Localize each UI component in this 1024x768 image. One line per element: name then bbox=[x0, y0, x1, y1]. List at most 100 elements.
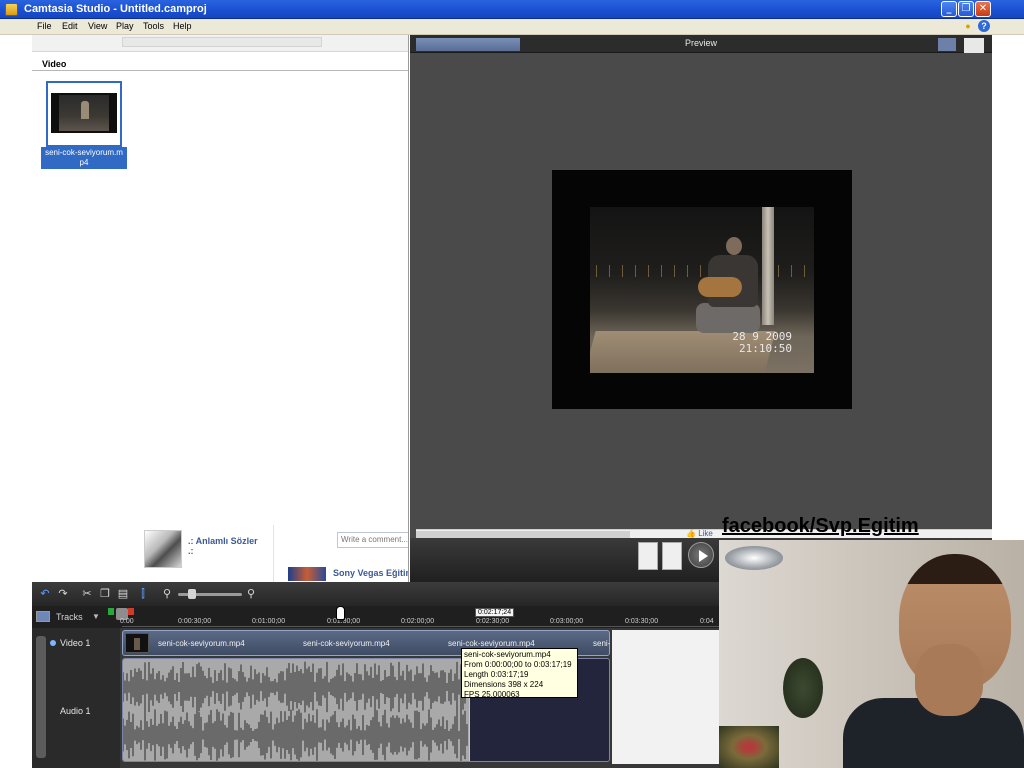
help-icon[interactable]: ? bbox=[978, 20, 990, 32]
window-title: Camtasia Studio - Untitled.camproj bbox=[24, 3, 207, 15]
like-text: Like bbox=[698, 529, 713, 538]
menu-bar: File Edit View Play Tools Help ● ? bbox=[0, 19, 1024, 35]
video-clip-label: seni-cok-seviyorum.mp4 bbox=[448, 639, 535, 648]
right-edge-strip bbox=[992, 35, 1024, 540]
clip-thumbnail[interactable] bbox=[46, 81, 122, 147]
menu-tools[interactable]: Tools bbox=[143, 21, 164, 31]
control-button-b[interactable] bbox=[662, 542, 682, 570]
close-button[interactable]: ✕ bbox=[975, 1, 991, 17]
track-grip[interactable] bbox=[36, 636, 46, 758]
minimize-button[interactable]: _ bbox=[941, 1, 957, 17]
cut-icon[interactable]: ✂ bbox=[80, 587, 94, 601]
plant bbox=[783, 658, 823, 718]
url-field bbox=[122, 37, 322, 47]
ceiling-lamp bbox=[725, 546, 783, 570]
person-legs bbox=[696, 303, 760, 333]
video-timestamp-time: 21:10:50 bbox=[739, 342, 792, 355]
paste-icon[interactable]: ▤ bbox=[116, 587, 130, 601]
mouse-cursor-hand-icon bbox=[336, 606, 345, 620]
preview-panel: Preview 28 9 2009 21:10:50 👍 Like bbox=[410, 35, 992, 582]
zoom-slider-thumb[interactable] bbox=[188, 589, 196, 599]
page-name-link[interactable]: Sony Vegas Eğitim bbox=[333, 568, 408, 578]
video-clip-label: seni-cok-seviyorum.mp4 bbox=[303, 639, 390, 648]
ruler-baseline bbox=[122, 626, 720, 627]
track-area: Video 1 Audio 1 seni-cok-seviyorum.mp4 s… bbox=[32, 628, 720, 768]
browser-url-bar bbox=[32, 35, 408, 52]
video-timestamp: 28 9 2009 21:10:50 bbox=[722, 331, 792, 355]
video-clip-label: seni- bbox=[593, 639, 611, 648]
menu-view[interactable]: View bbox=[88, 21, 107, 31]
thumbnail-figure bbox=[81, 101, 89, 119]
person-hand bbox=[915, 644, 983, 716]
section-divider bbox=[32, 70, 408, 71]
restore-button[interactable]: ❐ bbox=[958, 1, 974, 17]
timeline-ruler[interactable]: Tracks ▼ 0:00 0:00:30;00 0:01:00;00 0:01… bbox=[32, 606, 720, 628]
timeline-panel: ↶ ↷ ✂ ❐ ▤ ⫿ ⚲ ⚲ Tracks ▼ 0:00 0:00:30;00… bbox=[32, 582, 720, 768]
tooltip-line: From 0:00:00;00 to 0:03:17;19 bbox=[464, 660, 572, 669]
end-marker[interactable] bbox=[128, 608, 134, 615]
camtasia-app-icon bbox=[5, 3, 18, 16]
empty-track-region bbox=[612, 630, 720, 764]
ruler-tick-label: 0:04 bbox=[700, 618, 714, 625]
tree-trunk bbox=[762, 207, 774, 325]
tooltip-line: seni-cok-seviyorum.mp4 bbox=[464, 650, 551, 659]
thumbs-up-icon: 👍 bbox=[686, 529, 699, 538]
flowers bbox=[719, 726, 779, 768]
poster-name[interactable]: .: Anlamlı Sözler bbox=[188, 536, 258, 546]
preview-title: Preview bbox=[684, 38, 717, 48]
ruler-tick-label: 0:00 bbox=[120, 618, 134, 625]
tracks-dropdown-icon[interactable]: ▼ bbox=[92, 612, 100, 621]
person-head bbox=[726, 237, 742, 255]
preview-size-button[interactable] bbox=[938, 38, 956, 51]
timeline-toolbar: ↶ ↷ ✂ ❐ ▤ ⫿ ⚲ ⚲ bbox=[32, 582, 720, 606]
track-video-1-label[interactable]: Video 1 bbox=[60, 638, 90, 648]
video-clip-thumbnail bbox=[125, 633, 149, 653]
split-icon[interactable]: ⫿ bbox=[136, 587, 150, 601]
tracks-label[interactable]: Tracks bbox=[56, 612, 83, 622]
lightbulb-icon[interactable]: ● bbox=[962, 20, 974, 32]
window-titlebar[interactable]: Camtasia Studio - Untitled.camproj _ ❐ ✕ bbox=[0, 0, 1024, 19]
video-track-icon bbox=[50, 640, 56, 646]
tooltip-line: Dimensions 398 x 224 bbox=[464, 680, 544, 689]
page-avatar[interactable] bbox=[288, 567, 326, 581]
poster-avatar[interactable] bbox=[144, 530, 182, 568]
menu-help[interactable]: Help bbox=[173, 21, 192, 31]
menu-file[interactable]: File bbox=[37, 21, 52, 31]
playhead-time: 0:02:17;24 bbox=[475, 608, 515, 617]
desktop-screen: Camtasia Studio - Untitled.camproj _ ❐ ✕… bbox=[0, 0, 1024, 768]
zoom-out-icon[interactable]: ⚲ bbox=[160, 587, 174, 601]
zoom-in-icon[interactable]: ⚲ bbox=[244, 587, 258, 601]
redo-icon[interactable]: ↷ bbox=[56, 587, 70, 601]
tooltip-line: Length 0:03:17;19 bbox=[464, 670, 529, 679]
menu-play[interactable]: Play bbox=[116, 21, 134, 31]
city-lights bbox=[590, 265, 814, 277]
clip-info-tooltip: seni-cok-seviyorum.mp4 From 0:00:00;00 t… bbox=[461, 648, 578, 699]
preview-tab-bar: Preview bbox=[410, 35, 992, 53]
facebook-overlap-area: .: Anlamlı Sözler .: Write a comment... … bbox=[32, 525, 408, 582]
clip-bin-panel: Video seni-cok-seviyorum.mp4 .: Anlamlı … bbox=[32, 35, 409, 582]
start-marker[interactable] bbox=[108, 608, 114, 615]
control-button-a[interactable] bbox=[638, 542, 658, 570]
ruler-tick-label: 0:02:00;00 bbox=[401, 618, 435, 625]
clip-name-label[interactable]: seni-cok-seviyorum.mp4 bbox=[41, 147, 127, 169]
clip-thumbnail-frame bbox=[51, 93, 117, 133]
menu-edit[interactable]: Edit bbox=[62, 21, 78, 31]
clip-bin-section-label: Video bbox=[42, 59, 67, 69]
ruler-tick-label: 0:00:30;00 bbox=[178, 618, 212, 625]
comment-input[interactable]: Write a comment... bbox=[337, 532, 408, 548]
facebook-divider bbox=[273, 525, 274, 582]
play-button[interactable] bbox=[688, 542, 714, 568]
tracks-icon[interactable] bbox=[36, 611, 50, 622]
track-audio-1-label[interactable]: Audio 1 bbox=[60, 706, 91, 716]
ruler-tick-label: 0:03:00;00 bbox=[550, 618, 584, 625]
like-link[interactable]: 👍 Like bbox=[686, 529, 713, 538]
video-frame: 28 9 2009 21:10:50 bbox=[590, 207, 814, 373]
ruler-tick-label: 0:01:00;00 bbox=[252, 618, 286, 625]
undo-icon[interactable]: ↶ bbox=[38, 587, 52, 601]
tooltip-line: FPS 25,000063 bbox=[464, 690, 520, 699]
copy-icon[interactable]: ❐ bbox=[98, 587, 112, 601]
video-clip-label: seni-cok-seviyorum.mp4 bbox=[158, 639, 245, 648]
preview-canvas: 28 9 2009 21:10:50 bbox=[552, 170, 852, 409]
preview-detach-button[interactable] bbox=[964, 38, 984, 53]
scrub-thumb[interactable] bbox=[416, 531, 630, 538]
